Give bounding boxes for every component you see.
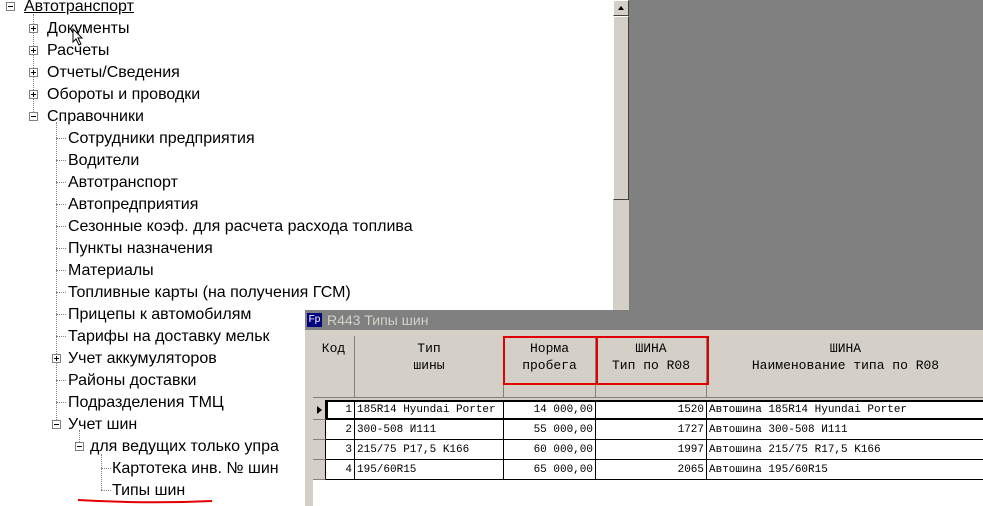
row-indicator <box>313 420 326 440</box>
tree-connector <box>56 138 66 139</box>
header-text: Код <box>321 341 346 356</box>
scrollbar-thumb[interactable] <box>613 16 629 200</box>
cell-shina-tip[interactable]: 1727 <box>596 420 707 440</box>
tree-item-tarify[interactable]: Тарифы на доставку мельк <box>68 326 270 348</box>
tire-types-grid: Код Тип шины Норма пробега ШИНА Тип по R… <box>313 336 983 506</box>
collapse-icon[interactable] <box>6 2 15 11</box>
table-row[interactable]: 3 215/75 P17,5 K166 60 000,00 1997 Автош… <box>313 440 983 460</box>
tree-item-otchety[interactable]: Отчеты/Сведения <box>47 62 180 84</box>
tree-connector <box>101 454 102 490</box>
tree-item-kartoteka[interactable]: Картотека инв. № шин <box>112 458 279 480</box>
tree-connector <box>56 204 66 205</box>
collapse-icon[interactable] <box>52 420 61 429</box>
scroll-up-arrow-icon[interactable] <box>613 0 629 16</box>
table-row[interactable]: 4 195/60R15 65 000,00 2065 Автошина 195/… <box>313 460 983 480</box>
expand-icon[interactable] <box>29 46 38 55</box>
tree-item-dlya-veduschih[interactable]: для ведущих только упра <box>90 436 279 458</box>
tree-item-materialy[interactable]: Материалы <box>68 260 154 282</box>
cell-norma[interactable]: 55 000,00 <box>504 420 596 440</box>
tree-connector <box>56 336 66 337</box>
tree-connector <box>56 270 66 271</box>
cell-shina-name[interactable]: Автошина 300-508 И111 <box>707 420 983 440</box>
row-indicator <box>313 460 326 480</box>
column-header-shina-name[interactable]: ШИНА Наименование типа по R08 <box>707 336 983 398</box>
cell-tip[interactable]: 195/60R15 <box>355 460 504 480</box>
grid-rows: 1 185R14 Hyundai Porter 14 000,00 1520 А… <box>313 400 983 506</box>
header-text: Тип <box>417 341 441 356</box>
tree-connector <box>101 490 111 491</box>
header-text: Наименование типа по R08 <box>751 358 940 373</box>
row-indicator <box>313 440 326 460</box>
cell-kod[interactable]: 3 <box>326 440 355 460</box>
column-header-kod[interactable]: Код <box>313 336 355 398</box>
tree-item-uchet-shin[interactable]: Учет шин <box>68 414 137 436</box>
tree-connector <box>101 468 111 469</box>
tree-item-spravochniki[interactable]: Справочники <box>47 106 144 128</box>
window-title: R443 Типы шин <box>327 312 429 328</box>
tree-item-podrazdeleniya[interactable]: Подразделения ТМЦ <box>68 392 224 414</box>
tree-connector <box>56 160 66 161</box>
table-row[interactable]: 2 300-508 И111 55 000,00 1727 Автошина 3… <box>313 420 983 440</box>
expand-icon[interactable] <box>52 354 61 363</box>
cell-tip[interactable]: 300-508 И111 <box>355 420 504 440</box>
tree-item-oboroty[interactable]: Обороты и проводки <box>47 84 200 106</box>
expand-icon[interactable] <box>29 24 38 33</box>
cell-shina-name[interactable]: Автошина 195/60R15 <box>707 460 983 480</box>
red-underline-annotation <box>77 499 213 504</box>
tree-connector <box>56 402 66 403</box>
red-highlight-box <box>503 336 598 385</box>
collapse-icon[interactable] <box>75 442 84 451</box>
tree-connector <box>56 292 66 293</box>
collapse-icon[interactable] <box>29 112 38 121</box>
expand-icon[interactable] <box>29 68 38 77</box>
tree-item-sotrudniki[interactable]: Сотрудники предприятия <box>68 128 255 150</box>
column-header-tip[interactable]: Тип шины <box>355 336 504 398</box>
cell-shina-tip[interactable]: 2065 <box>596 460 707 480</box>
tree-item-dokumenty[interactable]: Документы <box>47 18 129 40</box>
cell-norma[interactable]: 65 000,00 <box>504 460 596 480</box>
window-titlebar[interactable]: Fp R443 Типы шин <box>305 310 983 330</box>
tree-item-avtotransport[interactable]: Автотранспорт <box>68 172 178 194</box>
tree-connector <box>56 380 66 381</box>
tree-item-akkumulyatory[interactable]: Учет аккумуляторов <box>68 348 217 370</box>
red-highlight-box <box>596 336 709 385</box>
tree-root-avtotransport[interactable]: Автотранспорт <box>24 0 134 18</box>
selected-row-outline <box>326 400 983 420</box>
header-text: ШИНА <box>829 341 862 356</box>
cell-shina-tip[interactable]: 1997 <box>596 440 707 460</box>
mouse-cursor-icon <box>72 28 84 46</box>
tree-item-avtopredpriyatiya[interactable]: Автопредприятия <box>68 194 198 216</box>
table-row[interactable]: 1 185R14 Hyundai Porter 14 000,00 1520 А… <box>313 400 983 420</box>
tree-item-punkty[interactable]: Пункты назначения <box>68 238 213 260</box>
header-text: шины <box>413 358 445 373</box>
cell-kod[interactable]: 4 <box>326 460 355 480</box>
cell-tip[interactable]: 215/75 P17,5 K166 <box>355 440 504 460</box>
expand-icon[interactable] <box>29 90 38 99</box>
tree-item-sezonnye-koef[interactable]: Сезонные коэф. для расчета расхода топли… <box>68 216 413 238</box>
tree-item-rayony[interactable]: Районы доставки <box>68 370 196 392</box>
tree-connector <box>56 248 66 249</box>
tire-types-window: Fp R443 Типы шин Код Тип шины Норма проб… <box>303 310 983 506</box>
window-app-icon: Fp <box>307 313 322 327</box>
current-row-indicator-icon <box>313 400 326 420</box>
tree-connector <box>56 182 66 183</box>
tree-connector <box>56 314 66 315</box>
tree-item-pricepy[interactable]: Прицепы к автомобилям <box>68 304 251 326</box>
tree-connector <box>56 226 66 227</box>
cell-kod[interactable]: 2 <box>326 420 355 440</box>
tree-item-voditeli[interactable]: Водители <box>68 150 139 172</box>
cell-norma[interactable]: 60 000,00 <box>504 440 596 460</box>
cell-shina-name[interactable]: Автошина 215/75 R17,5 K166 <box>707 440 983 460</box>
tree-item-toplivnye-karty[interactable]: Топливные карты (на получения ГСМ) <box>68 282 351 304</box>
